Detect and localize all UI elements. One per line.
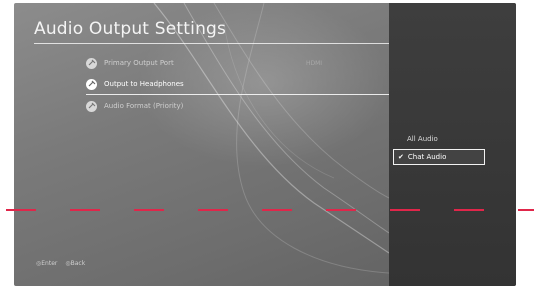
option-all-audio[interactable]: All Audio [407,135,438,143]
settings-icon [86,57,97,69]
enter-hint[interactable]: ◎Enter [36,260,57,267]
menu-item-label: Primary Output Port [104,59,174,67]
menu-item-value: HDMI [306,60,323,67]
dashed-guide-line [6,209,534,211]
page-title: Audio Output Settings [34,19,227,39]
settings-icon [86,78,97,90]
back-label: Back [70,260,86,267]
menu-item-primary-output-port[interactable]: Primary Output Port [86,54,174,72]
menu-item-label: Output to Headphones [104,80,184,88]
selection-underline [86,94,391,95]
checkmark-icon: ✔ [398,153,404,161]
title-divider [34,43,389,44]
option-label: Chat Audio [407,153,447,161]
back-hint[interactable]: ◎Back [65,260,85,267]
button-hints: ◎Enter ◎Back [36,260,85,267]
menu-item-audio-format-priority[interactable]: Audio Format (Priority) [86,97,183,115]
enter-label: Enter [41,260,58,267]
menu-item-output-to-headphones[interactable]: Output to Headphones [86,75,184,93]
settings-screen: Audio Output Settings Primary Output Por… [14,3,516,286]
options-panel: All Audio ✔ Chat Audio [389,3,516,286]
option-chat-audio[interactable]: ✔ Chat Audio [393,149,485,165]
settings-icon [86,100,97,112]
menu-item-label: Audio Format (Priority) [104,102,184,110]
